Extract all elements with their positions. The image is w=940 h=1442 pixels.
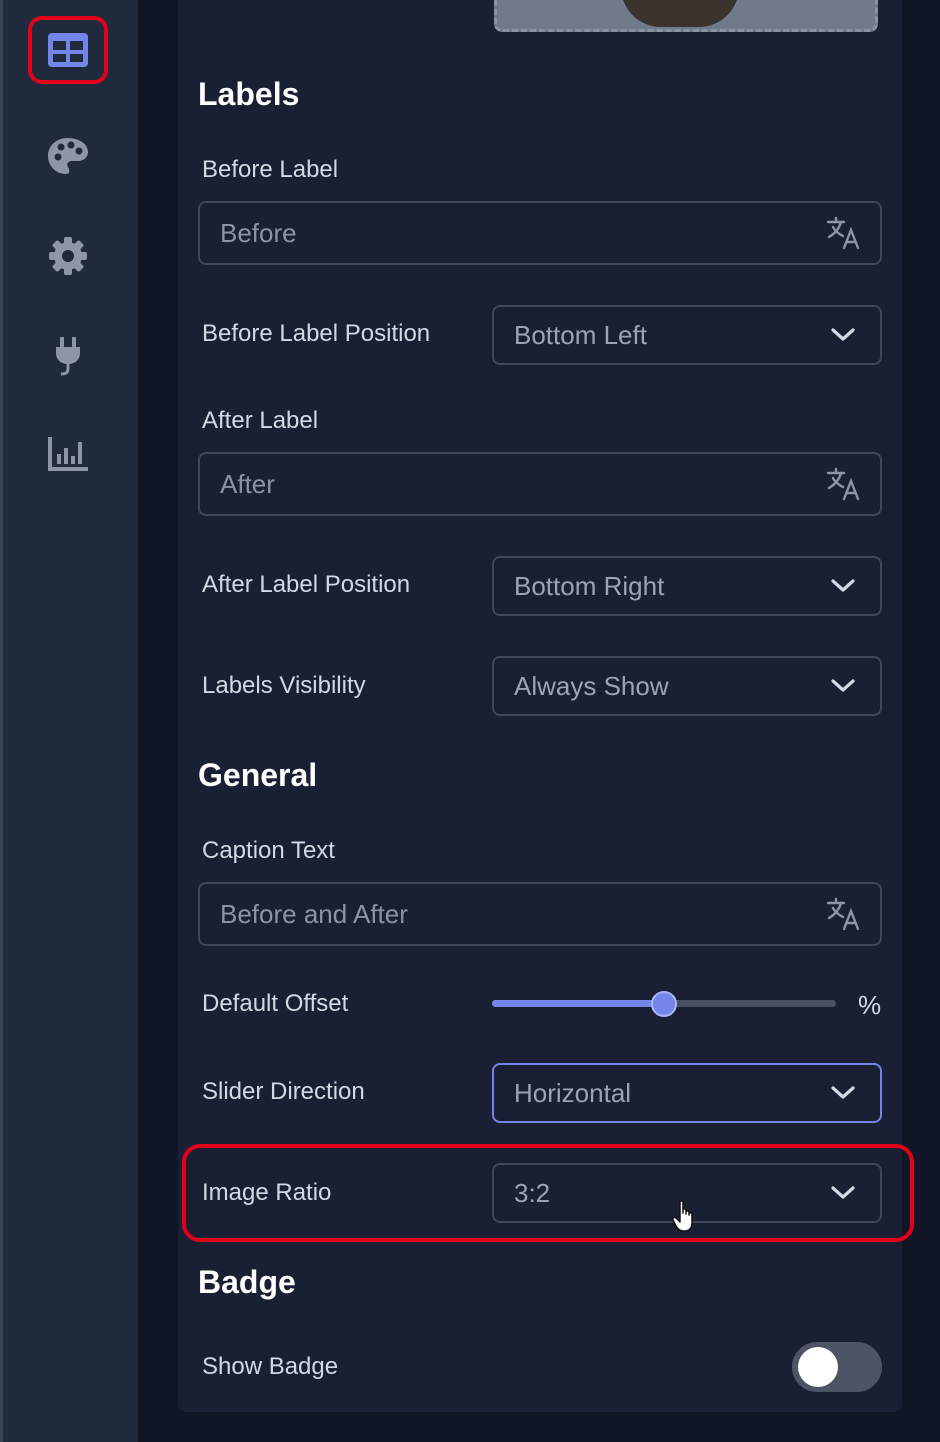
layout-grid-icon (48, 33, 88, 67)
image-ratio-highlight (182, 1144, 914, 1242)
after-label-position-select[interactable]: Bottom Right (492, 556, 882, 616)
general-section-title: General (198, 757, 318, 793)
chevron-down-icon (831, 679, 855, 692)
caption-text-label: Caption Text (202, 837, 335, 864)
image-preview[interactable] (494, 0, 878, 32)
caption-text-placeholder: Before and After (220, 898, 408, 929)
show-badge-toggle[interactable] (792, 1342, 882, 1392)
default-offset-unit: % (858, 990, 882, 1020)
labels-visibility-select[interactable]: Always Show (492, 656, 882, 716)
after-label-input[interactable]: After (198, 452, 882, 516)
sidebar-item-style[interactable] (28, 122, 108, 190)
before-label-position-label: Before Label Position (202, 320, 431, 347)
toggle-knob (798, 1347, 838, 1387)
chevron-down-icon (831, 579, 855, 592)
plug-icon (56, 337, 80, 376)
slider-thumb[interactable] (651, 991, 677, 1017)
hand-pointer-icon (672, 1200, 693, 1232)
after-label-placeholder: After (220, 468, 275, 499)
translate-icon[interactable] (826, 896, 862, 932)
caption-text-input[interactable]: Before and After (198, 882, 882, 946)
slider-direction-label: Slider Direction (202, 1078, 365, 1105)
before-label-position-select[interactable]: Bottom Left (492, 305, 882, 365)
after-label-label: After Label (202, 407, 319, 434)
after-label-position-label: After Label Position (202, 571, 411, 598)
labels-visibility-label: Labels Visibility (202, 672, 366, 699)
default-offset-slider[interactable] (492, 991, 836, 1017)
sidebar-item-settings[interactable] (28, 222, 108, 290)
translate-icon[interactable] (826, 215, 862, 251)
bar-chart-icon (48, 437, 88, 471)
after-label-position-value: Bottom Right (514, 570, 665, 601)
labels-section-title: Labels (198, 76, 300, 112)
slider-direction-value: Horizontal (514, 1077, 632, 1108)
slider-fill (492, 1000, 664, 1007)
image-subject (621, 0, 739, 27)
gear-icon (49, 237, 87, 275)
sidebar (0, 0, 138, 1442)
before-label-position-value: Bottom Left (514, 319, 647, 350)
badge-section-title: Badge (198, 1264, 296, 1300)
translate-icon[interactable] (826, 466, 862, 502)
before-label-input[interactable]: Before (198, 201, 882, 265)
chevron-down-icon (831, 1086, 855, 1099)
default-offset-label: Default Offset (202, 990, 349, 1017)
sidebar-item-layout[interactable] (28, 16, 108, 84)
palette-icon (48, 138, 88, 174)
labels-visibility-value: Always Show (514, 670, 669, 701)
show-badge-label: Show Badge (202, 1353, 339, 1380)
chevron-down-icon (831, 328, 855, 341)
sidebar-item-analytics[interactable] (28, 420, 108, 488)
before-label-label: Before Label (202, 156, 339, 183)
sidebar-item-integrations[interactable] (28, 322, 108, 390)
before-label-placeholder: Before (220, 217, 297, 248)
slider-direction-select[interactable]: Horizontal (492, 1063, 882, 1123)
